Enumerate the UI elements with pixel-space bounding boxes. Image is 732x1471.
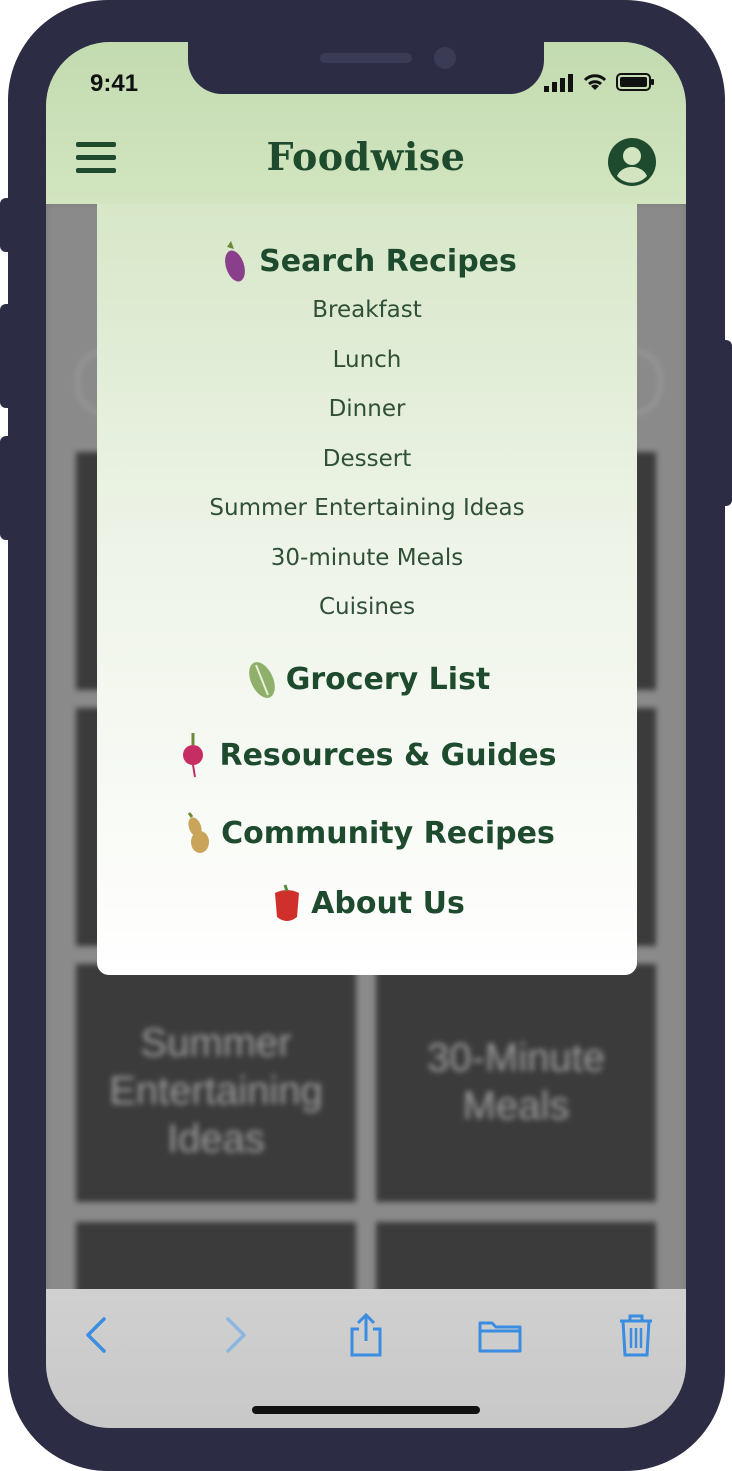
menu-search-recipes[interactable]: Search Recipes bbox=[97, 232, 637, 290]
side-button-volume-down bbox=[0, 436, 12, 540]
side-button-power bbox=[718, 340, 732, 506]
menu-subitem-breakfast[interactable]: Breakfast bbox=[97, 290, 637, 330]
eggplant-icon bbox=[225, 241, 245, 282]
share-icon[interactable] bbox=[342, 1311, 390, 1359]
menu-resources-label: Resources & Guides bbox=[219, 737, 557, 773]
speaker-grille bbox=[320, 53, 412, 63]
wifi-icon bbox=[583, 74, 607, 90]
menu-subitem-lunch[interactable]: Lunch bbox=[97, 340, 637, 380]
menu-subitem-dinner[interactable]: Dinner bbox=[97, 389, 637, 429]
status-time: 9:41 bbox=[90, 70, 139, 97]
battery-icon bbox=[616, 73, 654, 91]
signal-icon bbox=[544, 74, 573, 92]
user-account-icon[interactable] bbox=[608, 138, 656, 186]
menu-grocery-label: Grocery List bbox=[285, 661, 491, 697]
screen: Summer Entertaining Ideas 30-Minute Meal… bbox=[46, 42, 686, 1428]
forward-icon[interactable] bbox=[210, 1311, 258, 1359]
category-tile-meals: 30-Minute Meals bbox=[376, 964, 656, 1202]
menu-community-label: Community Recipes bbox=[221, 815, 555, 851]
menu-about-us[interactable]: About Us bbox=[97, 874, 637, 932]
menu-community-recipes[interactable]: Community Recipes bbox=[97, 804, 637, 862]
menu-subitem-dessert[interactable]: Dessert bbox=[97, 439, 637, 479]
menu-resources-guides[interactable]: Resources & Guides bbox=[97, 726, 637, 784]
menu-subitem-30-minute-meals[interactable]: 30-minute Meals bbox=[97, 538, 637, 578]
side-button-mute bbox=[0, 198, 12, 252]
tile-label: 30-Minute Meals bbox=[427, 1036, 605, 1128]
menu-about-label: About Us bbox=[311, 885, 465, 921]
app-title: Foodwise bbox=[266, 134, 466, 179]
side-button-volume-up bbox=[0, 304, 12, 408]
folder-icon[interactable] bbox=[476, 1311, 524, 1359]
category-tile-summer: Summer Entertaining Ideas bbox=[76, 964, 356, 1202]
tile-label: Summer Entertaining Ideas bbox=[109, 1021, 323, 1161]
browser-toolbar bbox=[46, 1289, 686, 1428]
menu-subitem-summer-entertaining[interactable]: Summer Entertaining Ideas bbox=[97, 488, 637, 528]
bell-pepper-icon bbox=[275, 884, 300, 921]
cabbage-icon bbox=[248, 662, 275, 698]
status-icons bbox=[544, 72, 656, 92]
radish-icon bbox=[183, 733, 204, 778]
squash-icon bbox=[187, 812, 210, 853]
front-camera bbox=[434, 47, 456, 69]
menu-grocery-list[interactable]: Grocery List bbox=[97, 650, 637, 708]
menu-search-label: Search Recipes bbox=[259, 243, 517, 279]
menu-subitem-cuisines[interactable]: Cuisines bbox=[97, 587, 637, 627]
trash-icon[interactable] bbox=[612, 1311, 660, 1359]
home-indicator[interactable] bbox=[252, 1406, 480, 1414]
notch bbox=[188, 42, 544, 94]
back-icon[interactable] bbox=[74, 1311, 122, 1359]
navigation-menu: Search Recipes Breakfast Lunch Dinner De… bbox=[97, 204, 637, 975]
